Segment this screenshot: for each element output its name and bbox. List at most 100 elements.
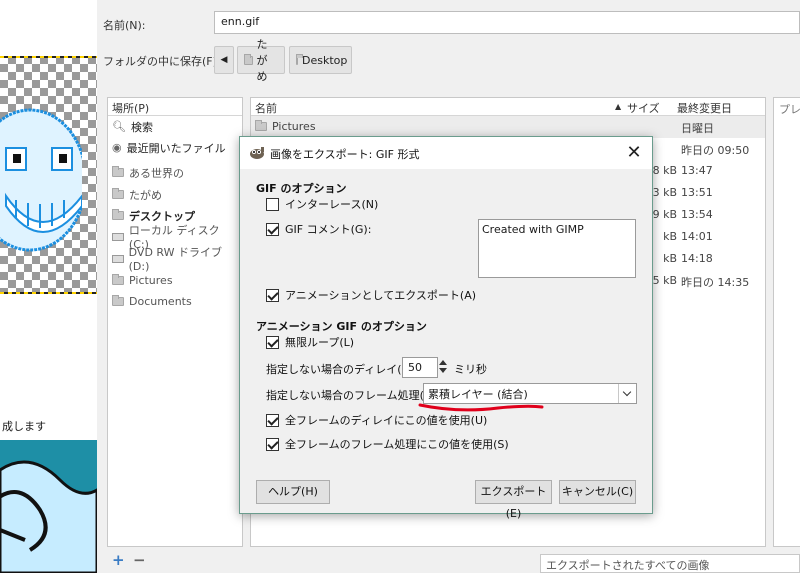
place-label: 検索 [130, 120, 153, 134]
add-bookmark-icon[interactable]: + [112, 551, 125, 569]
use-delay-for-all-checkbox[interactable]: 全フレームのディレイにこの値を使用(U) [266, 412, 487, 428]
checkbox-box [266, 288, 279, 302]
column-size[interactable]: サイズ [627, 100, 660, 116]
canvas-boundary [0, 292, 97, 294]
remove-bookmark-icon[interactable]: − [133, 551, 146, 569]
place-search[interactable]: 🔍︎ 検索 [108, 116, 242, 137]
file-modified: 日曜日 [681, 122, 714, 135]
checkbox-label: 無限ループ(L) [285, 336, 355, 349]
breadcrumb-back-button[interactable]: ◀ [214, 46, 234, 74]
places-panel: 場所(P) 🔍︎ 検索 ◉ 最近開いたファイル ある世界の たがめ デスクトップ… [107, 97, 243, 547]
checkbox-box [266, 437, 279, 451]
place-label: Pictures [129, 274, 173, 287]
checkbox-label: 全フレームのディレイにこの値を使用(U) [285, 414, 488, 427]
gif-options-heading: GIF のオプション [256, 182, 347, 195]
place-label: DVD RW ドライブ (D:) [128, 246, 222, 273]
gif-export-options-dialog: 画像をエクスポート: GIF 形式 ✕ GIF のオプション インターレース(N… [239, 136, 653, 520]
animation-options-heading: アニメーション GIF のオプション [256, 320, 427, 333]
folder-icon [255, 120, 267, 131]
drive-icon [112, 232, 124, 241]
cancel-button[interactable]: キャンセル(C) [559, 480, 636, 504]
disposal-label: 指定しない場合のフレーム処理(F): [266, 389, 439, 402]
column-modified[interactable]: 最終変更日 [677, 100, 732, 116]
folder-label: フォルダの中に保存(F): [103, 55, 221, 68]
recent-icon: ◉ [112, 141, 122, 154]
canvas-boundary [0, 56, 97, 58]
export-button[interactable]: エクスポート(E) [475, 480, 552, 520]
status-text: 成します [2, 420, 46, 433]
folder-icon [112, 166, 124, 177]
place-label: 最近開いたファイル [126, 141, 226, 155]
folder-icon [112, 295, 124, 306]
close-icon: ✕ [626, 142, 642, 163]
folder-icon [112, 188, 124, 199]
image-canvas[interactable]: 成します [0, 0, 97, 573]
place-documents[interactable]: Documents [108, 291, 242, 312]
file-modified: 14:18 [681, 252, 713, 265]
checkbox-box [266, 413, 279, 427]
file-row[interactable]: Pictures 日曜日 [251, 116, 765, 138]
export-as-animation-checkbox[interactable]: アニメーションとしてエクスポート(A) [266, 287, 476, 303]
checkbox-label: インターレース(N) [285, 198, 379, 211]
delay-spin-buttons[interactable] [438, 357, 448, 378]
name-label: 名前(N): [103, 19, 146, 32]
pixel-face-image [0, 108, 82, 252]
checkbox-label: 全フレームのフレーム処理にこの値を使用(S) [285, 438, 509, 451]
gimp-icon [250, 147, 264, 159]
use-disposal-for-all-checkbox[interactable]: 全フレームのフレーム処理にこの値を使用(S) [266, 436, 509, 452]
place-pictures[interactable]: Pictures [108, 270, 242, 291]
folder-icon [296, 53, 303, 65]
dialog-title: 画像をエクスポート: GIF 形式 [270, 148, 420, 161]
file-modified: 13:54 [681, 208, 713, 221]
folder-icon [244, 53, 253, 65]
file-modified: 13:51 [681, 186, 713, 199]
places-header: 場所(P) [108, 98, 242, 116]
delay-unit: ミリ秒 [454, 363, 487, 376]
file-modified: 13:47 [681, 164, 713, 177]
dvd-icon [112, 254, 124, 263]
breadcrumb-label: たがめ [256, 38, 268, 83]
spin-down-icon [439, 368, 447, 373]
delay-label: 指定しない場合のディレイ(D): [266, 363, 418, 376]
column-name[interactable]: 名前 [255, 100, 277, 116]
gif-comment-checkbox[interactable]: GIF コメント(G): [266, 221, 371, 237]
place-label: Documents [129, 295, 192, 308]
breadcrumb-item-tagame[interactable]: たがめ [237, 38, 285, 83]
checkbox-label: GIF コメント(G): [285, 223, 372, 236]
file-type-filter[interactable]: エクスポートされたすべての画像 [540, 554, 800, 573]
filename-input[interactable]: enn.gif [214, 11, 800, 34]
place-label: ある世界の [129, 166, 184, 180]
chevron-left-icon: ◀ [220, 55, 228, 65]
file-modified: 昨日の 14:35 [681, 276, 750, 289]
comment-textarea[interactable]: Created with GIMP [478, 219, 636, 278]
help-button[interactable]: ヘルプ(H) [256, 480, 330, 504]
folder-icon [112, 274, 124, 285]
loop-forever-checkbox[interactable]: 無限ループ(L) [266, 334, 354, 350]
place-label: たがめ [129, 188, 162, 202]
preview-pane: プレビ [773, 97, 800, 547]
sort-up-icon: ▲ [615, 102, 622, 111]
place-tagame[interactable]: たがめ [108, 184, 242, 205]
file-list-header: 名前 ▲ サイズ 最終変更日 [251, 98, 765, 116]
folder-icon [112, 209, 124, 220]
checkbox-box [266, 197, 279, 211]
file-modified: 14:01 [681, 230, 713, 243]
spin-up-icon [439, 360, 447, 365]
preview-label: プレビ [779, 103, 800, 116]
file-name: Pictures [272, 120, 316, 133]
checkbox-box [266, 222, 279, 236]
search-icon: 🔍︎ [112, 120, 126, 133]
interlace-checkbox[interactable]: インターレース(N) [266, 196, 378, 212]
chevron-down-icon [618, 384, 636, 403]
place-recent[interactable]: ◉ 最近開いたファイル [108, 137, 242, 158]
file-modified: 昨日の 09:50 [681, 144, 750, 157]
breadcrumb-item-desktop[interactable]: Desktop [289, 46, 352, 74]
place-aru-sekai[interactable]: ある世界の [108, 162, 242, 183]
close-button[interactable]: ✕ [622, 142, 646, 164]
breadcrumb-label: Desktop [302, 53, 348, 67]
dialog-titlebar[interactable]: 画像をエクスポート: GIF 形式 ✕ [240, 137, 652, 169]
place-dvd-drive[interactable]: DVD RW ドライブ (D:) [108, 246, 242, 273]
checkbox-label: アニメーションとしてエクスポート(A) [285, 289, 477, 302]
checkbox-box [266, 335, 279, 349]
delay-input[interactable]: 50 [402, 357, 438, 378]
